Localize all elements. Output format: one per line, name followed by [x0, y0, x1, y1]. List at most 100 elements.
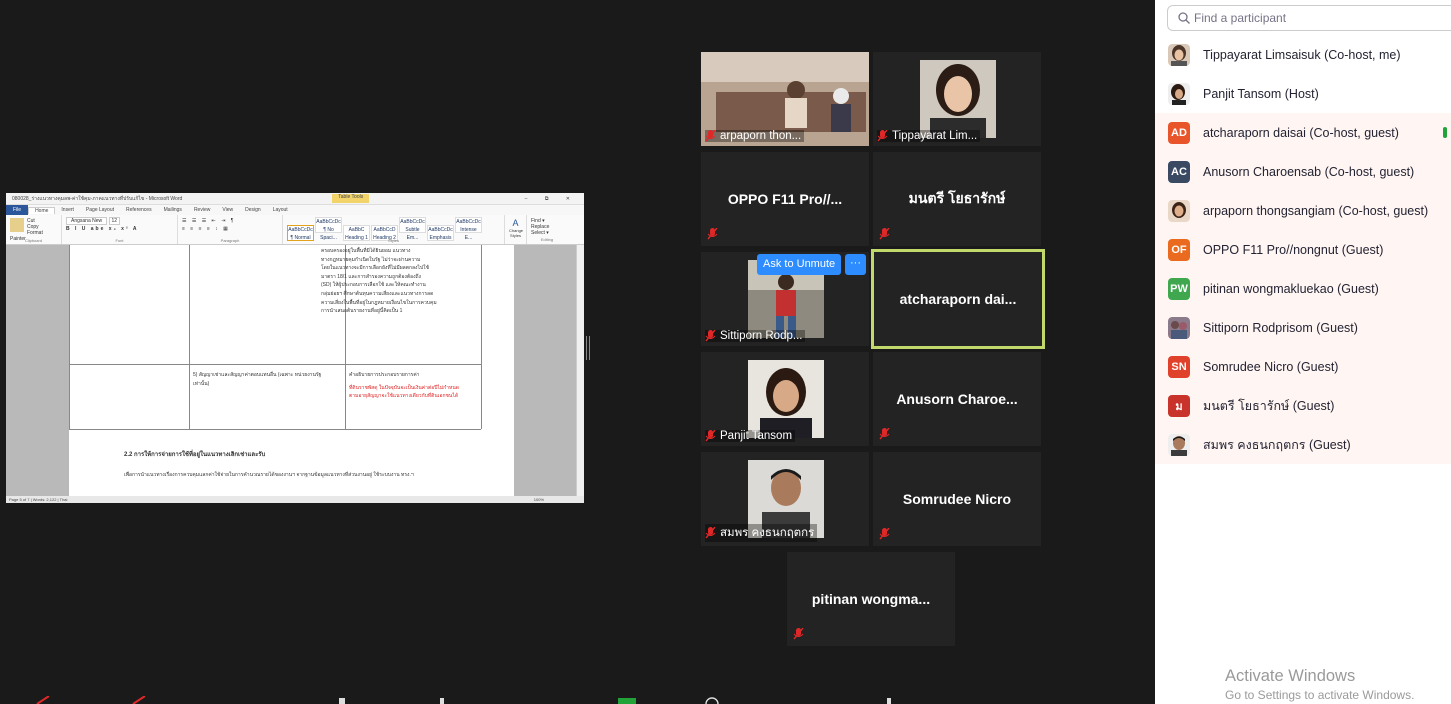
participant-row[interactable]: Sittiporn Rodprisom (Guest) [1155, 308, 1451, 347]
tile-label: Tippayarat Lim... [877, 130, 981, 142]
participant-row[interactable]: OF OPPO F11 Pro//nongnut (Guest) [1155, 230, 1451, 269]
avatar [1168, 433, 1190, 456]
tile-label: arpaporn thon... [705, 130, 805, 142]
table-border [69, 364, 481, 365]
muted-mic-icon [707, 228, 718, 240]
styles-group: AaBbCcDc ¶ NormalAaBbCcDc ¶ No Spaci...AaB… [283, 215, 505, 244]
tab-mailings[interactable]: Mailings [158, 207, 188, 213]
video-tile-anusorn[interactable]: Anusorn Charoe... [873, 352, 1041, 446]
security-icon[interactable] [337, 696, 347, 704]
participant-row[interactable]: ม มนตรี โยธารักษ์ (Guest) [1155, 386, 1451, 425]
font-group: Angsana New 12 B I U abe x₂ x² A Font [62, 215, 178, 244]
tab-review[interactable]: Review [188, 207, 216, 213]
group-label-paragraph: Paragraph [220, 238, 240, 243]
table-border [69, 429, 481, 430]
record-icon[interactable] [705, 696, 719, 704]
tab-file[interactable]: File [6, 205, 29, 215]
muted-mic-icon [879, 428, 890, 440]
video-tile-somrudee[interactable]: Somrudee Nicro [873, 452, 1041, 546]
tab-home[interactable]: Home [28, 206, 56, 214]
participant-video [748, 360, 824, 438]
font-format-buttons[interactable]: B I U abe x₂ x² A [66, 226, 173, 232]
video-tile-arpaporn[interactable]: arpaporn thon... [701, 52, 869, 146]
video-tile-monthri[interactable]: มนตรี โยธารักษ์ [873, 152, 1041, 246]
participant-row[interactable]: สมพร คงธนกฤตกร (Guest) [1155, 425, 1451, 464]
tile-name: มนตรี โยธารักษ์ [908, 190, 1006, 206]
video-tile-oppo[interactable]: OPPO F11 Pro//... [701, 152, 869, 246]
participant-row[interactable]: AC Anusorn Charoensab (Co-host, guest) [1155, 152, 1451, 191]
tile-name: OPPO F11 Pro//... [727, 191, 843, 207]
video-tile-tippayarat[interactable]: Tippayarat Lim... [873, 52, 1041, 146]
video-tile-atcharaporn-active-speaker[interactable]: atcharaporn dai... [871, 249, 1045, 349]
select-button[interactable]: Select ▾ [531, 230, 563, 236]
tab-layout[interactable]: Layout [267, 207, 294, 213]
tab-view[interactable]: View [216, 207, 239, 213]
tab-page-layout[interactable]: Page Layout [80, 207, 120, 213]
video-tile-somporn[interactable]: สมพร คงธนกฤตกร [701, 452, 869, 546]
participant-row[interactable]: arpaporn thongsangiam (Co-host, guest) [1155, 191, 1451, 230]
muted-mic-icon [705, 130, 716, 142]
video-tile-panjit[interactable]: Panjit Tansom [701, 352, 869, 446]
activate-windows-watermark: Activate Windows Go to Settings to activ… [1225, 667, 1415, 702]
word-status-bar: Page 5 of 7 | Words: 2,122 | Thai 100% [6, 496, 584, 503]
participant-row[interactable]: AD atcharaporn daisai (Co-host, guest) [1155, 113, 1451, 152]
muted-mic-icon [705, 430, 716, 442]
more-options-button[interactable]: ··· [845, 254, 866, 275]
tab-references[interactable]: References [120, 207, 158, 213]
doc-cell-text: คำอธิบายการประกอบรายการค่า ที่ดินราชพัสด… [349, 372, 459, 400]
muted-mic-icon [705, 527, 716, 539]
participant-search-input[interactable]: Find a participant [1167, 5, 1451, 31]
stop-video-icon[interactable] [132, 696, 146, 704]
ask-to-unmute-button[interactable]: Ask to Unmute [757, 254, 842, 275]
avatar [1168, 82, 1190, 105]
table-border [69, 245, 70, 429]
change-styles-button[interactable]: A Change Styles [505, 215, 527, 244]
doc-paragraph: เพื่อการนำแนวทางเรื่องการควบคุมแลกค่าใช้… [124, 472, 414, 478]
tile-name: Anusorn Charoe... [896, 391, 1018, 407]
style-intense-emphasis[interactable]: AaBbCcDc Intense E... [455, 217, 482, 241]
doc-cell-text: 5) สัญญาเช่าและสัญญาค่าตอบแทนอื่น (เฉพาะ… [193, 372, 322, 387]
paste-icon[interactable] [10, 218, 24, 232]
tile-name: atcharaporn dai... [899, 291, 1017, 307]
avatar: AC [1168, 160, 1190, 183]
tile-label: สมพร คงธนกฤตกร [705, 524, 818, 542]
avatar: AD [1168, 121, 1190, 144]
style-subtle-emphasis[interactable]: AaBbCcDc Subtle Em... [399, 217, 426, 241]
speaking-indicator-icon [1443, 127, 1447, 138]
window-controls[interactable]: – ⧉ ✕ [525, 196, 578, 202]
group-label-editing: Editing [540, 237, 554, 242]
word-ribbon: Cut Copy Format Painter Clipboard Angsan… [6, 215, 584, 245]
style-no-spacing[interactable]: AaBbCcDc ¶ No Spaci... [315, 217, 342, 241]
editing-group: Find ▾ Replace Select ▾ Editing [527, 215, 567, 244]
paragraph-buttons[interactable]: ☰ ☰ ☰ ⇤ ⇥ ¶ [182, 218, 278, 224]
align-buttons[interactable]: ≡ ≡ ≡ ≡ ↕ ▦ [182, 226, 278, 232]
participant-row[interactable]: SN Somrudee Nicro (Guest) [1155, 347, 1451, 386]
tile-name: Somrudee Nicro [902, 491, 1012, 507]
font-name-select[interactable]: Angsana New [66, 217, 108, 225]
zoom-level[interactable]: 100% [534, 496, 544, 503]
video-tile-sittiporn[interactable]: Ask to Unmute ··· Sittiporn Rodp... [701, 252, 869, 346]
table-border [189, 245, 190, 429]
muted-mic-icon [879, 228, 890, 240]
shared-screen[interactable]: 080028_ร่างแนวทางคุมลพ-ค่าใช้คุม-ภาคแนวท… [6, 193, 584, 503]
zoom-meeting-window: 080028_ร่างแนวทางคุมลพ-ค่าใช้คุม-ภาคแนวท… [0, 0, 1451, 704]
share-screen-icon[interactable] [617, 696, 637, 704]
table-tools-tab[interactable]: Table Tools [332, 194, 370, 203]
participant-row[interactable]: Tippayarat Limsaisuk (Co-host, me) [1155, 35, 1451, 74]
avatar: OF [1168, 238, 1190, 261]
tab-insert[interactable]: Insert [55, 207, 80, 213]
avatar: ม [1168, 394, 1190, 417]
participant-row[interactable]: PW pitinan wongmakluekao (Guest) [1155, 269, 1451, 308]
tab-design[interactable]: Design [239, 207, 267, 213]
video-tile-pitinan[interactable]: pitinan wongma... [787, 552, 955, 646]
document-scrollbar[interactable] [576, 245, 584, 496]
participants-icon[interactable] [437, 696, 447, 704]
participant-row[interactable]: Panjit Tansom (Host) [1155, 74, 1451, 113]
font-size-select[interactable]: 12 [108, 217, 121, 225]
table-border [481, 245, 482, 429]
document-page[interactable]: ครอบครองอยู่ในพื้นที่มิได้ยินยอม แนวทาง … [69, 245, 514, 496]
reactions-icon[interactable] [883, 696, 895, 704]
mute-audio-icon[interactable] [36, 696, 50, 704]
split-drag-handle[interactable] [586, 336, 590, 360]
doc-heading: 2.2 การให้การจ่ายการใช้ที่อยู่ในแนวทางเล… [124, 452, 266, 458]
